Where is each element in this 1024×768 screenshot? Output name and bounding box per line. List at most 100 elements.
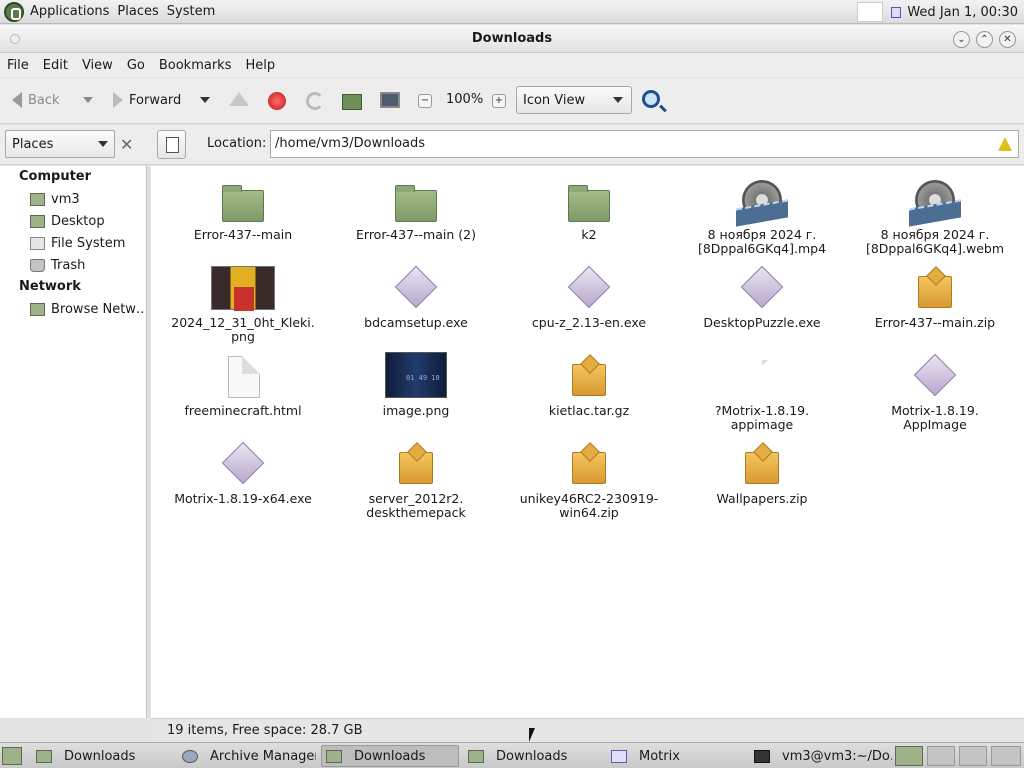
file-name: cpu-z_2.13-en.exe (531, 315, 647, 330)
chevron-down-icon (98, 141, 108, 147)
file-item[interactable]: unikey46RC2-230919- win64.zip (503, 442, 675, 520)
menu-bookmarks[interactable]: Bookmarks (152, 58, 239, 73)
image-thumbnail (385, 352, 447, 402)
task-motrix[interactable]: Motrix (607, 745, 745, 767)
task-downloads-3[interactable]: Downloads (464, 745, 602, 767)
sidebar-item-vm3[interactable]: vm3 (0, 188, 146, 210)
zoom-in-button[interactable]: + (492, 94, 506, 108)
folder-icon (392, 178, 440, 226)
home-icon[interactable] (342, 94, 362, 110)
task-downloads-1[interactable]: Downloads (32, 745, 172, 767)
maximize-button[interactable]: ⌃ (976, 31, 993, 48)
toggle-location-edit-button[interactable] (157, 130, 186, 159)
clock[interactable]: Wed Jan 1, 00:30 (907, 5, 1024, 20)
location-input[interactable]: /home/vm3/Downloads (270, 130, 1019, 158)
sidebar-type-select[interactable]: Places (5, 130, 115, 158)
file-item[interactable]: ?Motrix-1.8.19. appimage (676, 354, 848, 432)
executable-icon (738, 265, 786, 314)
search-icon[interactable] (642, 90, 660, 108)
applications-menu[interactable]: Applications (26, 4, 113, 19)
menu-help[interactable]: Help (238, 58, 282, 73)
task-terminal[interactable]: vm3@vm3:~/Do… (750, 745, 892, 767)
location-bar: Places ✕ Location: /home/vm3/Downloads (0, 125, 1024, 165)
executable-icon (392, 265, 440, 314)
close-button[interactable]: ✕ (999, 31, 1016, 48)
workspace-4[interactable] (991, 746, 1021, 766)
stop-icon[interactable] (268, 92, 286, 110)
view-mode-select[interactable]: Icon View (516, 86, 632, 114)
workspace-2[interactable] (927, 746, 955, 766)
menu-go[interactable]: Go (120, 58, 152, 73)
back-button[interactable]: Back (12, 78, 60, 122)
menu-view[interactable]: View (75, 58, 120, 73)
executable-icon (911, 353, 959, 402)
forward-label: Forward (129, 92, 182, 108)
file-item[interactable]: 2024_12_31_0ht_Kleki. png (157, 266, 329, 344)
file-item[interactable]: kietlac.tar.gz (503, 354, 675, 418)
system-menu[interactable]: System (163, 4, 219, 19)
file-item[interactable]: Error-437--main (157, 178, 329, 242)
home-folder-icon (30, 192, 45, 206)
file-name: server_2012r2. deskthemepack (366, 491, 466, 520)
file-item[interactable]: bdcamsetup.exe (330, 265, 502, 330)
broken-file-icon (738, 354, 786, 402)
video-icon (911, 178, 959, 226)
file-name: 8 ноября 2024 г. [8Dppal6GKq4].webm (865, 227, 1005, 256)
file-item[interactable]: freeminecraft.html (157, 354, 329, 418)
sidebar-item-trash[interactable]: Trash (0, 254, 146, 276)
executable-icon (565, 265, 613, 314)
file-item[interactable]: Error-437--main (2) (330, 178, 502, 242)
up-icon[interactable] (229, 92, 249, 106)
file-name: kietlac.tar.gz (548, 403, 630, 418)
tray-applet[interactable] (857, 2, 884, 22)
file-name: Motrix-1.8.19-x64.exe (174, 491, 312, 506)
panel-tray: Wed Jan 1, 00:30 (857, 0, 1024, 24)
computer-icon[interactable] (380, 92, 400, 108)
bottom-panel: Downloads Archive Manager Downloads Down… (0, 742, 1024, 768)
workspace-3[interactable] (959, 746, 987, 766)
status-bar: 19 items, Free space: 28.7 GB (151, 718, 1024, 742)
video-icon (738, 178, 786, 226)
forward-button[interactable]: Forward (113, 78, 181, 122)
sidebar-item-browse-network[interactable]: Browse Netw… (0, 298, 146, 320)
zoom-level[interactable]: 100% (446, 92, 483, 107)
file-item[interactable]: server_2012r2. deskthemepack (330, 442, 502, 520)
task-label: vm3@vm3:~/Do… (782, 748, 892, 764)
close-sidebar-icon[interactable]: ✕ (120, 135, 133, 154)
file-item[interactable]: k2 (503, 178, 675, 242)
file-item[interactable]: Motrix-1.8.19. AppImage (849, 353, 1021, 432)
minimize-button[interactable]: ⌄ (953, 31, 970, 48)
file-name: 8 ноября 2024 г. [8Dppal6GKq4].mp4 (697, 227, 827, 256)
sidebar-header-network: Network (19, 279, 81, 294)
sidebar-item-file-system[interactable]: File System (0, 232, 146, 254)
menu-file[interactable]: File (0, 58, 36, 73)
show-desktop-icon[interactable] (2, 747, 22, 765)
gnome-logo-icon[interactable] (4, 1, 24, 22)
window-titlebar[interactable]: Downloads ⌄ ⌃ ✕ (0, 25, 1024, 53)
workspace-1[interactable] (895, 746, 923, 766)
file-item[interactable]: 8 ноября 2024 г. [8Dppal6GKq4].mp4 (676, 178, 848, 256)
file-item[interactable]: DesktopPuzzle.exe (676, 265, 848, 330)
back-arrow-icon (12, 92, 22, 108)
sidebar-item-label: File System (51, 235, 126, 251)
zoom-out-button[interactable]: − (418, 94, 432, 108)
menu-edit[interactable]: Edit (36, 58, 75, 73)
forward-history-dropdown[interactable] (200, 78, 210, 122)
file-item[interactable]: cpu-z_2.13-en.exe (503, 265, 675, 330)
task-downloads-2[interactable]: Downloads (321, 745, 459, 767)
folder-icon (36, 749, 52, 763)
back-history-dropdown[interactable] (83, 78, 93, 122)
file-icon-view[interactable]: Error-437--main Error-437--main (2) k2 8… (151, 166, 1024, 718)
reload-icon[interactable] (306, 92, 324, 110)
file-item[interactable]: image.png (330, 352, 502, 418)
file-item[interactable]: Motrix-1.8.19-x64.exe (157, 441, 329, 506)
file-item[interactable]: Error-437--main.zip (849, 266, 1021, 330)
back-label: Back (28, 92, 60, 108)
places-menu[interactable]: Places (113, 4, 162, 19)
sidebar-item-label: Desktop (51, 213, 105, 229)
sidebar-item-desktop[interactable]: Desktop (0, 210, 146, 232)
task-archive-manager[interactable]: Archive Manager (178, 745, 316, 767)
clear-location-icon[interactable] (998, 137, 1012, 151)
file-item[interactable]: 8 ноября 2024 г. [8Dppal6GKq4].webm (849, 178, 1021, 256)
file-item[interactable]: Wallpapers.zip (676, 442, 848, 506)
